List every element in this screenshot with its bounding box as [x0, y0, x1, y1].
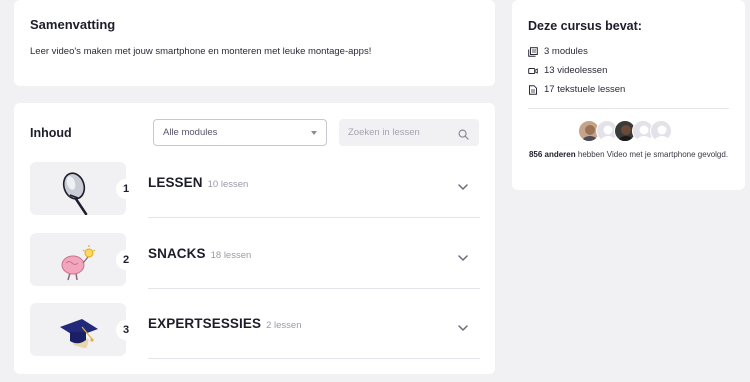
contents-title: Inhoud [30, 126, 72, 140]
course-info-card: Deze cursus bevat: 3 modules 13 videoles… [512, 0, 745, 190]
contents-card: Inhoud Alle modules 1 LESSEN 10 lessen [14, 103, 495, 374]
graduation-cap-illustration [30, 303, 126, 356]
document-icon [529, 84, 537, 95]
follower-avatars [578, 120, 678, 142]
module-lesson-count: 18 lessen [210, 250, 252, 261]
module-divider [148, 358, 480, 359]
avatar [650, 120, 672, 142]
module-number: 3 [116, 320, 136, 340]
feature-label: 3 modules [544, 46, 588, 57]
module-filter-value: Alle modules [163, 127, 218, 138]
module-title: EXPERTSESSIES [148, 316, 262, 331]
module-row-lessen[interactable]: 1 LESSEN 10 lessen [30, 162, 480, 218]
followers-description: hebben Video met je smartphone gevolgd. [575, 150, 729, 159]
summary-text: Leer video's maken met jouw smartphone e… [30, 46, 372, 57]
sidebar-divider [528, 108, 729, 109]
module-lesson-count: 10 lessen [207, 179, 249, 190]
feature-videos: 13 videolessen [528, 65, 607, 76]
lesson-search[interactable] [339, 119, 479, 146]
module-number: 2 [116, 250, 136, 270]
module-row-expertsessies[interactable]: 3 EXPERTSESSIES 2 lessen [30, 303, 480, 359]
module-divider [148, 217, 480, 218]
module-title: SNACKS [148, 246, 206, 261]
summary-title: Samenvatting [30, 17, 116, 32]
summary-card: Samenvatting Leer video's maken met jouw… [14, 0, 495, 86]
modules-icon [528, 46, 538, 57]
chevron-down-icon[interactable] [458, 249, 468, 267]
brain-lightbulb-illustration [30, 233, 126, 286]
module-title-wrap: LESSEN 10 lessen [148, 175, 248, 190]
chevron-down-icon[interactable] [458, 319, 468, 337]
feature-label: 13 videolessen [544, 65, 608, 76]
followers-count: 856 anderen [528, 150, 576, 159]
module-lesson-count: 2 lessen [266, 320, 302, 331]
feature-label: 17 tekstuele lessen [544, 84, 626, 95]
caret-down-icon [311, 131, 317, 135]
module-number: 1 [116, 179, 136, 199]
module-title: LESSEN [148, 175, 203, 190]
module-row-snacks[interactable]: 2 SNACKS 18 lessen [30, 233, 480, 289]
feature-texts: 17 tekstuele lessen [528, 84, 625, 95]
video-camera-icon [528, 67, 538, 74]
module-filter-select[interactable]: Alle modules [153, 119, 327, 146]
course-info-title: Deze cursus bevat: [528, 19, 642, 33]
followers-text: 856 anderen hebben Video met je smartpho… [528, 149, 729, 161]
chevron-down-icon[interactable] [458, 178, 468, 196]
module-title-wrap: SNACKS 18 lessen [148, 246, 251, 261]
feature-modules: 3 modules [528, 46, 588, 57]
lesson-search-input[interactable] [339, 119, 457, 146]
search-icon[interactable] [458, 127, 469, 145]
module-title-wrap: EXPERTSESSIES 2 lessen [148, 316, 301, 331]
microphone-illustration [30, 162, 126, 215]
module-divider [148, 288, 480, 289]
